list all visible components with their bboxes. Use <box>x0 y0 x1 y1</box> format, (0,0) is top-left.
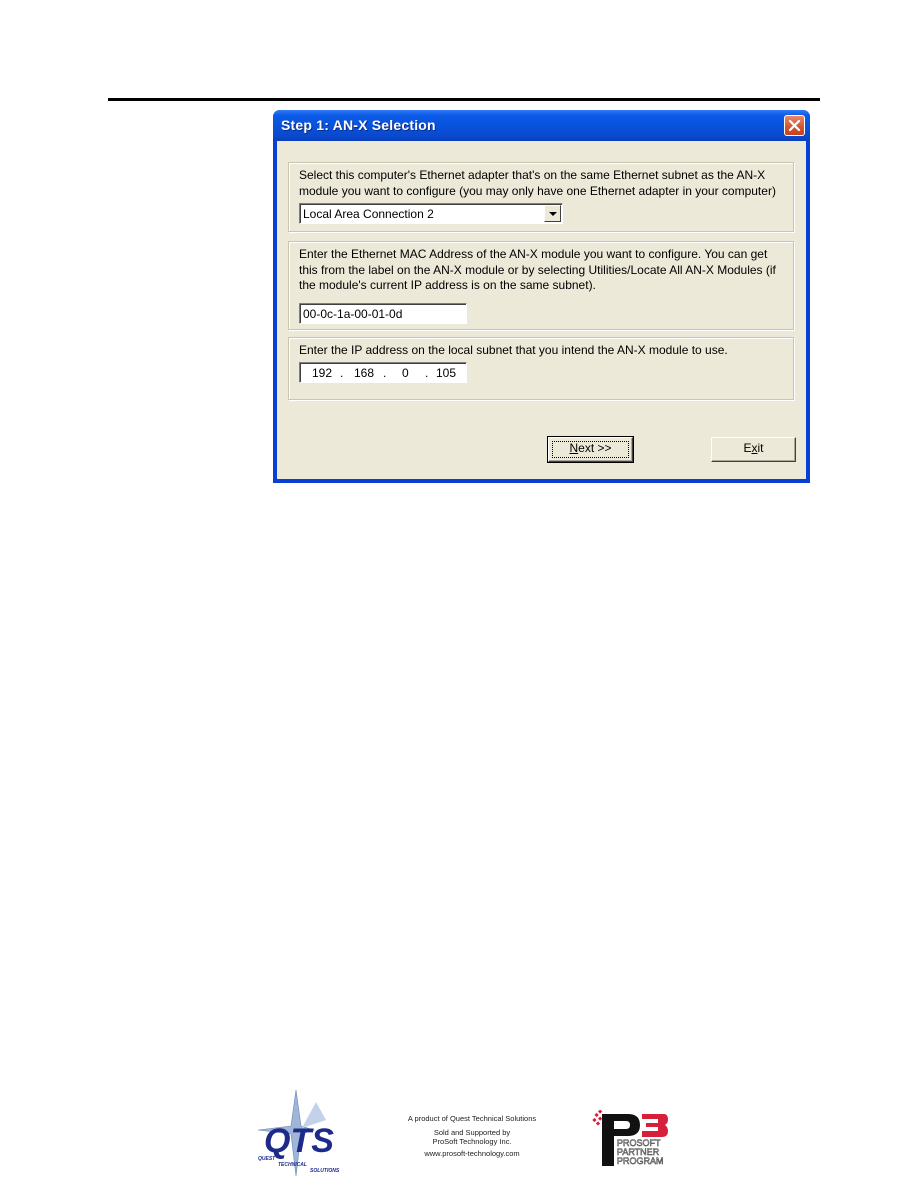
qts-word-solutions: SOLUTIONS <box>310 1168 340 1174</box>
mac-address-value: 00-0c-1a-00-01-0d <box>303 307 403 321</box>
dialog-titlebar[interactable]: Step 1: AN-X Selection <box>273 110 810 141</box>
ip-octet-1[interactable]: 192 <box>312 366 332 380</box>
anx-selection-dialog: Step 1: AN-X Selection Select this compu… <box>273 110 810 483</box>
adapter-dropdown[interactable]: Local Area Connection 2 <box>299 203 563 224</box>
p3-mark: PROSOFT PARTNER PROGRAM <box>592 1109 668 1166</box>
close-button[interactable] <box>784 115 805 136</box>
footer-credits: A product of Quest Technical Solutions S… <box>390 1114 554 1158</box>
ip-address-input[interactable]: 192 . 168 . 0 . 105 <box>299 362 467 383</box>
next-button[interactable]: Next >> <box>547 436 634 463</box>
footer-company-line: ProSoft Technology Inc. <box>432 1137 512 1146</box>
chevron-down-icon <box>549 212 557 216</box>
p3-partner-logo: PROSOFT PARTNER PROGRAM <box>588 1109 670 1166</box>
focus-rectangle <box>552 441 629 458</box>
adapter-instructions: Select this computer's Ethernet adapter … <box>299 168 776 198</box>
ip-dot: . <box>340 366 344 380</box>
qts-word-quest: QUEST <box>258 1156 276 1162</box>
ip-dot: . <box>425 366 429 380</box>
dropdown-button[interactable] <box>544 205 561 222</box>
footer-product-line: A product of Quest Technical Solutions <box>407 1114 537 1123</box>
exit-label-pre: E <box>743 441 752 455</box>
ip-octet-2[interactable]: 168 <box>354 366 374 380</box>
ip-octet-3[interactable]: 0 <box>402 366 409 380</box>
adapter-group: Select this computer's Ethernet adapter … <box>288 162 794 232</box>
adapter-selected-value: Local Area Connection 2 <box>303 207 434 221</box>
mac-address-input[interactable]: 00-0c-1a-00-01-0d <box>299 303 467 324</box>
mac-instructions: Enter the Ethernet MAC Address of the AN… <box>299 247 776 292</box>
dialog-client-area: Select this computer's Ethernet adapter … <box>277 141 806 479</box>
mac-group: Enter the Ethernet MAC Address of the AN… <box>288 241 794 330</box>
ip-group: Enter the IP address on the local subnet… <box>288 337 794 400</box>
dialog-title: Step 1: AN-X Selection <box>281 117 436 133</box>
ip-instructions: Enter the IP address on the local subnet… <box>299 343 728 357</box>
footer-sold-line: Sold and Supported by <box>433 1127 511 1137</box>
qts-logo: QTS QUEST TECHNICAL SOLUTIONS <box>254 1089 354 1177</box>
ip-octet-4[interactable]: 105 <box>436 366 456 380</box>
ip-dot: . <box>383 366 387 380</box>
p3-line-program: PROGRAM <box>617 1156 664 1166</box>
exit-button[interactable]: Exit <box>711 437 796 462</box>
close-x-icon <box>788 119 801 132</box>
checker-diamond-icon <box>592 1109 603 1126</box>
qts-wordmark: QTS <box>264 1122 334 1160</box>
header-rule <box>108 98 820 101</box>
qts-letters: QTS QUEST TECHNICAL SOLUTIONS <box>258 1122 340 1174</box>
qts-word-technical: TECHNICAL <box>278 1162 307 1168</box>
exit-label-rest: it <box>757 441 764 455</box>
footer-website-link[interactable]: www.prosoft-technology.com <box>390 1149 554 1159</box>
